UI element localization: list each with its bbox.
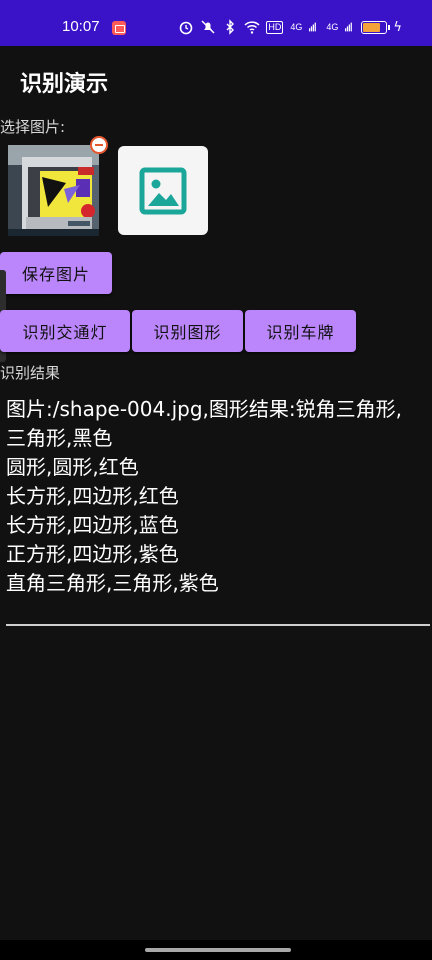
save-image-button[interactable]: 保存图片 xyxy=(0,252,112,294)
signal-4g-icon: 4G xyxy=(290,21,303,32)
selected-image-thumbnail[interactable] xyxy=(8,145,99,236)
charging-icon: ϟ xyxy=(393,19,402,35)
mute-icon xyxy=(201,20,215,34)
battery-icon xyxy=(361,20,391,34)
hd-icon: HD xyxy=(266,20,284,34)
recognize-plate-button[interactable]: 识别车牌 xyxy=(245,310,356,352)
image-placeholder-icon xyxy=(139,167,187,214)
alarm-icon xyxy=(180,21,193,35)
result-label: 识别结果 xyxy=(0,364,61,382)
page-title: 识别演示 xyxy=(20,72,109,97)
recognize-traffic-light-button[interactable]: 识别交通灯 xyxy=(0,310,130,352)
screen-record-icon xyxy=(112,21,126,35)
select-image-label: 选择图片: xyxy=(0,118,66,136)
signal-bars-icon xyxy=(309,22,317,32)
add-image-placeholder[interactable] xyxy=(118,146,208,235)
result-text: 图片:/shape-004.jpg,图形结果:锐角三角形, 三角形,黑色 圆形,… xyxy=(6,397,402,595)
status-time: 10:07 xyxy=(62,18,100,35)
remove-image-icon[interactable] xyxy=(90,136,108,154)
home-indicator[interactable] xyxy=(145,948,291,952)
result-underline xyxy=(6,624,430,626)
wifi-icon xyxy=(244,21,260,34)
status-bar: 10:07 HD 4G 4G ϟ xyxy=(0,0,432,46)
signal-bars-icon xyxy=(345,22,353,32)
signal-4g-icon: 4G xyxy=(326,21,339,32)
shape-photo-image xyxy=(8,145,99,236)
bluetooth-icon xyxy=(226,19,235,35)
recognize-shape-button[interactable]: 识别图形 xyxy=(132,310,243,352)
status-icons: HD 4G 4G ϟ xyxy=(178,19,402,35)
